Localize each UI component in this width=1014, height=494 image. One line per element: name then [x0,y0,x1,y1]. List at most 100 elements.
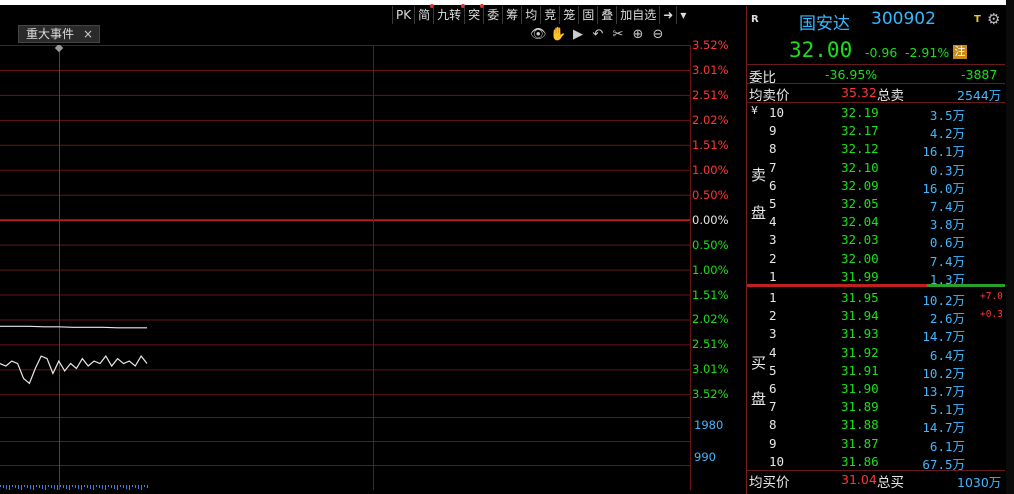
weibi-row: 委比 -36.95% -3887 [747,66,1005,86]
order-book-row[interactable]: 7 31.89 5.1万 [747,397,1005,417]
order-book-row[interactable]: 2 32.00 7.4万 [747,249,1005,269]
order-book-row[interactable]: 4 31.92 6.4万 [747,343,1005,363]
order-book-row[interactable]: 6 32.09 16.0万 [747,176,1005,196]
toolbar-button[interactable]: 突 [464,4,485,24]
toolbar-button[interactable]: 加自选 [616,6,659,24]
order-book-row[interactable]: 5 32.05 7.4万 [747,194,1005,214]
order-level: 9 [769,123,777,139]
gear-icon[interactable]: ⚙ [987,10,1000,28]
order-book-row[interactable]: 10 31.86 67.5万 [747,452,1005,472]
tab-major-events[interactable]: 重大事件 × [18,25,100,43]
volume-bar [48,485,49,487]
order-book-row[interactable]: 7 32.10 0.3万 [747,158,1005,178]
order-book-row[interactable]: 9 31.87 6.1万 [747,434,1005,454]
order-price: 31.93 [841,326,879,342]
order-price: 31.86 [841,453,879,469]
y-tick-label: 0.50% [692,237,729,252]
toolbar-button[interactable]: 固 [578,6,597,24]
zoom-in-icon[interactable]: ⊕ [630,27,646,43]
order-level: 5 [769,196,777,211]
volume-bar [72,485,73,487]
order-book-row[interactable]: 6 31.90 13.7万 [747,379,1005,399]
order-level: 4 [769,214,777,230]
volume-bar [135,485,136,488]
r-label: R [751,14,759,25]
toolbar-button[interactable]: 竞 [540,6,559,24]
volume-bar [3,485,4,488]
toolbar-button[interactable]: 委 [483,6,502,24]
order-book-row[interactable]: 8 31.88 14.7万 [747,415,1005,435]
toolbar-button[interactable]: 叠 [597,6,616,24]
volume-bar [84,485,85,487]
undo-icon[interactable]: ↶ [590,27,606,43]
volume-bar [81,485,82,490]
quote-header: R 国安达 300902 T ⚙ [747,9,1005,34]
volume-bar [129,485,130,490]
volume-bar [21,485,22,490]
order-price: 32.03 [841,232,879,248]
order-book-row[interactable]: 10 32.19 3.5万 [747,103,1005,123]
close-icon[interactable]: × [83,26,93,42]
order-price: 32.09 [841,177,879,193]
order-level: 9 [769,435,777,451]
quote-panel: R 国安达 300902 T ⚙ 32.00 -0.96 -2.91% 注 委比… [747,6,1005,494]
chart-tools: 👁 ✋ ▶ ↶ ✂ ⊕ ⊖ [530,27,666,43]
t-label[interactable]: T [974,14,981,25]
order-book-row[interactable]: 4 32.04 3.8万 [747,212,1005,232]
order-price: 31.87 [841,435,879,451]
cursor-marker [54,43,64,53]
zoom-out-icon[interactable]: ⊖ [650,27,666,43]
order-book-row[interactable]: 1 31.99 1.3万 [747,267,1005,287]
chart-svg [0,43,691,490]
hand-icon[interactable]: ✋ [550,27,566,43]
play-icon[interactable]: ▶ [570,27,586,43]
order-book-row[interactable]: 9 32.17 4.2万 [747,121,1005,141]
order-price: 32.19 [841,105,879,120]
toolbar-button[interactable]: 筹 [502,6,521,24]
order-book-row[interactable]: 3 31.93 14.7万 [747,324,1005,344]
order-book-row[interactable]: 2 31.94 2.6万 +0.3 [747,306,1005,326]
order-price: 31.91 [841,362,879,378]
volume-bar [33,485,34,490]
volume-bar [6,485,7,489]
order-price: 32.17 [841,123,879,139]
total-sell-label: 总卖 [877,88,904,104]
avg-sell-label: 均卖价 [749,88,790,104]
volume-bar [18,485,19,489]
volume-bar [105,485,106,490]
notice-badge[interactable]: 注 [953,45,967,59]
order-level: 3 [769,232,777,248]
volume-bar [75,485,76,488]
tab-label: 重大事件 [26,27,75,41]
volume-bar [51,485,52,488]
volume-bar [114,485,115,489]
toolbar-button[interactable]: 笼 [559,6,578,24]
order-level: 6 [769,381,777,396]
order-book-row[interactable]: 1 31.95 10.2万 +7.0 [747,288,1005,308]
toolbar-button[interactable]: 九转 [433,4,466,24]
eye-icon[interactable]: 👁 [530,27,547,43]
exit-right-icon[interactable]: ➜ [659,6,676,24]
order-price: 32.10 [841,159,879,175]
volume-bar [126,485,127,489]
toolbar-button[interactable]: PK [392,6,414,24]
stock-name[interactable]: 国安达 [799,9,850,34]
avg-buy-value: 31.04 [841,472,877,487]
stock-code[interactable]: 300902 [871,9,936,29]
order-delta: +7.0 [980,291,1003,302]
order-book-row[interactable]: 3 32.03 0.6万 [747,230,1005,250]
triangle-down-icon[interactable]: ▾ [676,6,689,24]
volume-bar [108,485,109,487]
volume-bar [54,485,55,489]
scissors-icon[interactable]: ✂ [610,27,626,43]
toolbar-button[interactable]: 均 [521,6,540,24]
last-price: 32.00 [789,38,853,62]
order-level: 1 [769,290,777,305]
order-book-row[interactable]: 8 32.12 16.1万 [747,139,1005,159]
intraday-chart[interactable] [0,43,692,490]
volume-bar [12,485,13,487]
toolbar-button[interactable]: 简 [414,4,435,24]
volume-bar [60,485,61,487]
order-level: 10 [769,105,785,120]
order-book-row[interactable]: 5 31.91 10.2万 [747,361,1005,381]
